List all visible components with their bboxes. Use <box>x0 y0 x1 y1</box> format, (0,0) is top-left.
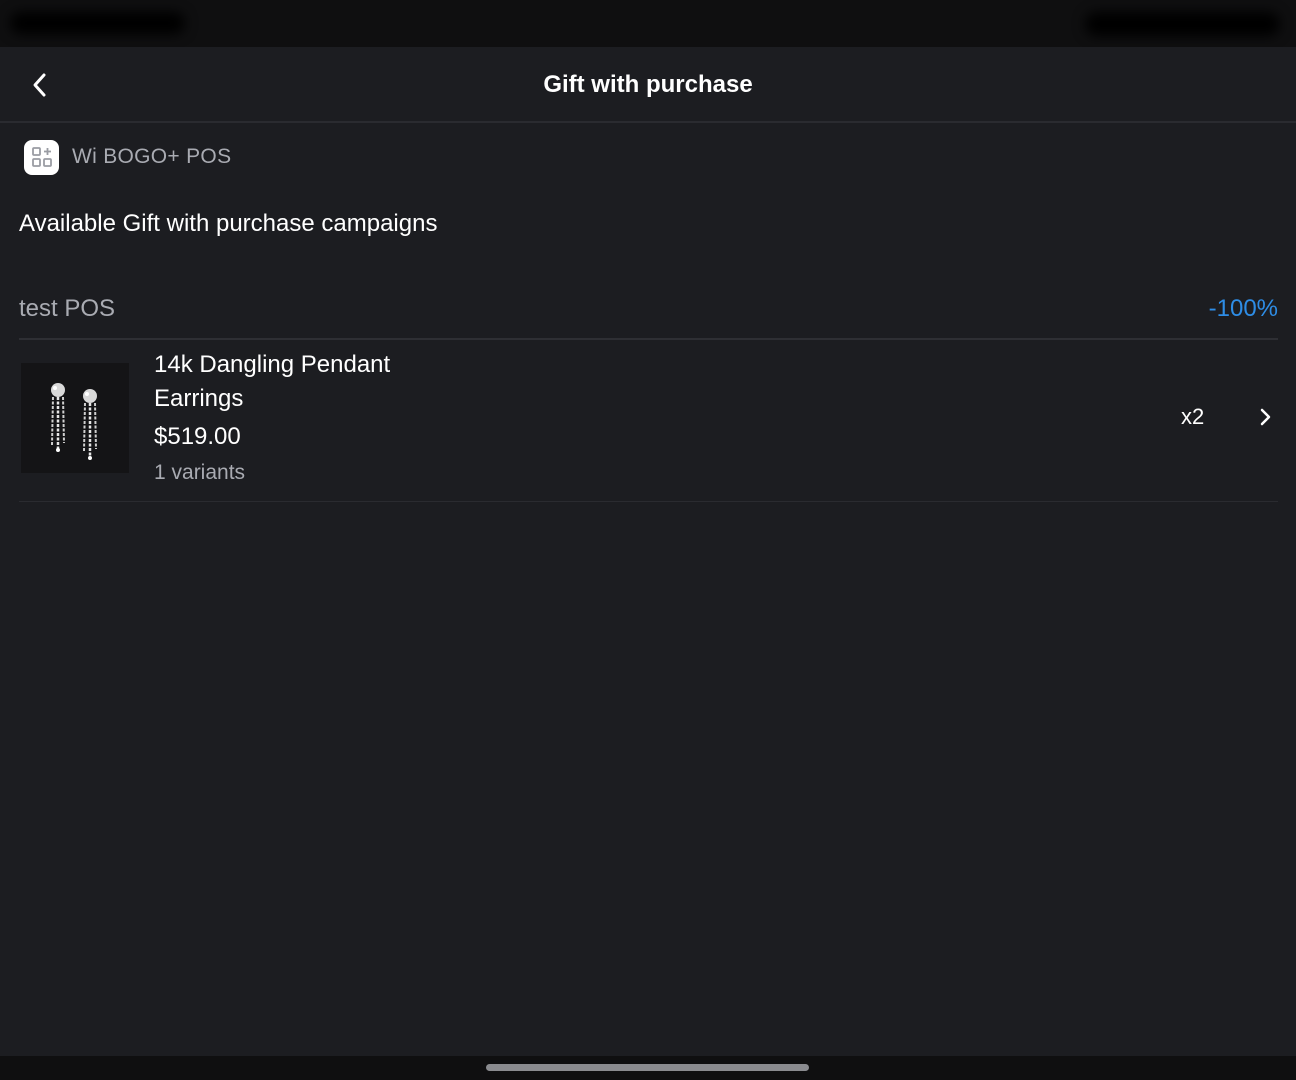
campaign-name: test POS <box>19 295 116 322</box>
product-info: 14k Dangling Pendant Earrings $519.00 1 … <box>154 348 454 488</box>
home-indicator[interactable] <box>486 1064 809 1071</box>
redacted-status-right <box>1085 12 1280 36</box>
page-title: Gift with purchase <box>543 71 753 98</box>
app-tag: Wi BOGO+ POS <box>24 139 231 175</box>
campaign-discount: -100% <box>1208 295 1278 322</box>
chevron-right-icon <box>1253 404 1277 430</box>
product-image <box>21 363 129 473</box>
product-quantity: x2 <box>1181 404 1205 429</box>
status-bar <box>0 0 1296 47</box>
app-header: Gift with purchase <box>0 47 1296 123</box>
product-row[interactable]: 14k Dangling Pendant Earrings $519.00 1 … <box>19 340 1278 502</box>
section-title: Available Gift with purchase campaigns <box>19 210 438 237</box>
product-variants: 1 variants <box>154 461 246 484</box>
system-navigation-bar <box>0 1056 1296 1080</box>
product-price: $519.00 <box>154 423 241 450</box>
campaign-header: test POS -100% <box>19 292 1278 340</box>
apps-grid-icon <box>24 139 59 175</box>
redacted-status-left <box>10 12 185 34</box>
app-name: Wi BOGO+ POS <box>72 145 232 168</box>
product-name: 14k Dangling Pendant Earrings <box>154 351 391 412</box>
